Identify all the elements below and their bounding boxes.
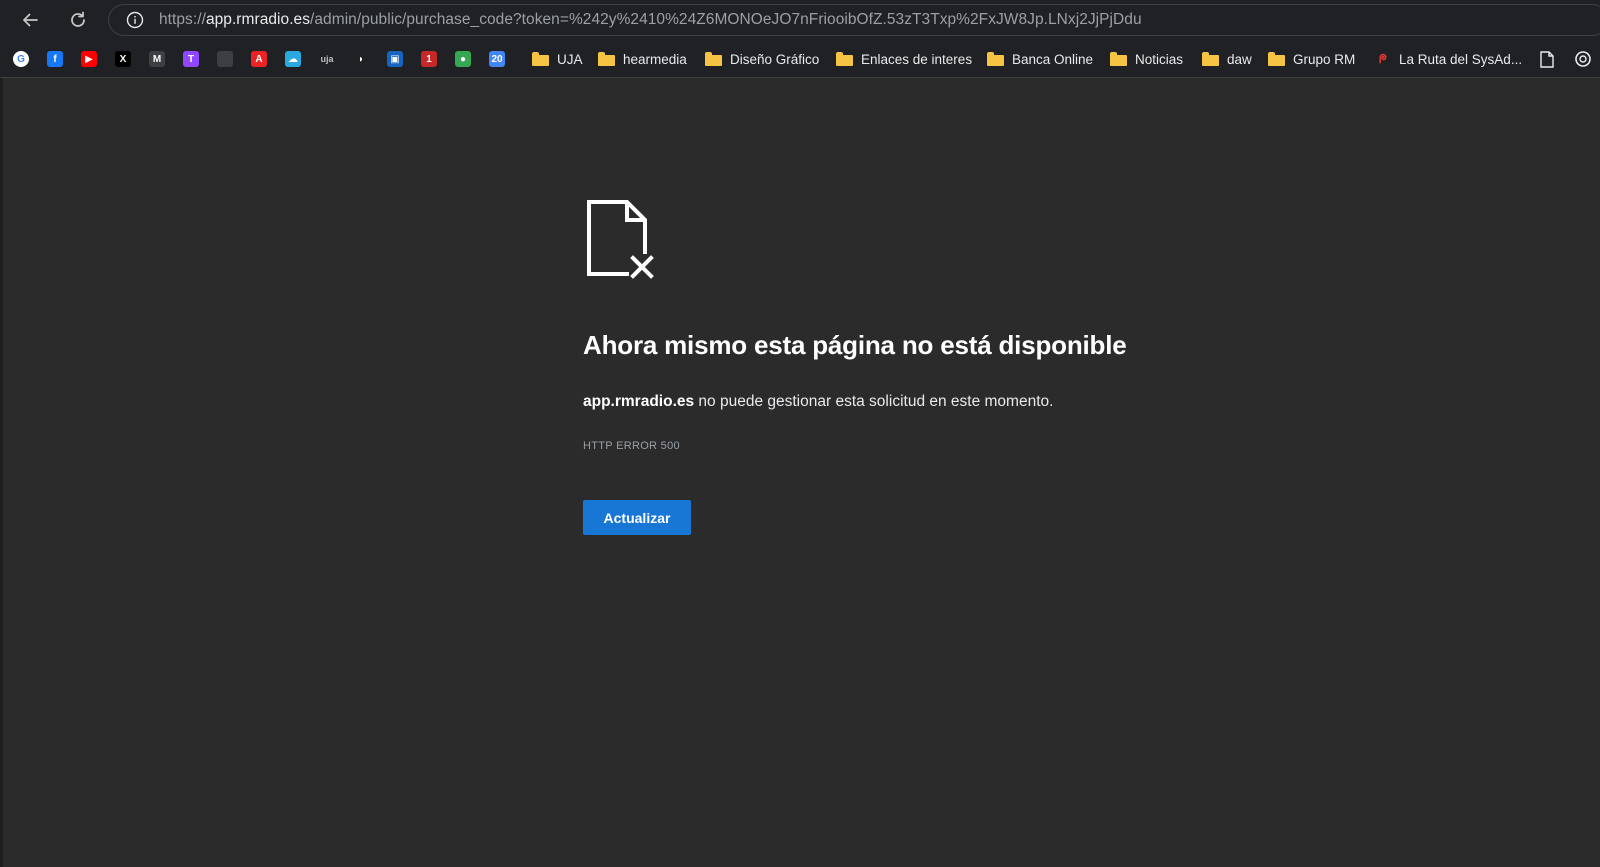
bookmark-chrome[interactable]: ● bbox=[455, 50, 471, 68]
calendar-icon: 20 bbox=[489, 51, 505, 67]
bookmark-google[interactable]: G bbox=[13, 50, 29, 68]
openai-icon bbox=[1575, 51, 1591, 67]
folder-icon bbox=[532, 52, 549, 66]
bookmark-gmail[interactable]: M bbox=[149, 50, 165, 68]
address-bar[interactable]: https://app.rmradio.es/admin/public/purc… bbox=[108, 4, 1600, 36]
reload-button[interactable]: Actualizar bbox=[583, 500, 691, 535]
error-message-text: no puede gestionar esta solicitud en est… bbox=[694, 393, 1054, 410]
url-scheme: https:// bbox=[159, 11, 206, 28]
bookmark-folder-label: Enlaces de interes bbox=[861, 51, 973, 67]
url-text[interactable]: https://app.rmradio.es/admin/public/purc… bbox=[159, 11, 1142, 29]
bookmark-folder[interactable]: Enlaces de interes bbox=[836, 50, 972, 68]
folder-icon bbox=[1202, 52, 1219, 66]
bookmark-blue-app[interactable]: ▣ bbox=[387, 50, 403, 68]
bookmark-folder[interactable]: hearmedia bbox=[598, 50, 687, 68]
folder-icon bbox=[836, 52, 853, 66]
bookmark-x[interactable]: X bbox=[115, 50, 131, 68]
facebook-icon: f bbox=[47, 51, 63, 67]
bookmark-apple[interactable] bbox=[217, 50, 233, 68]
bookmark-folder-label: Banca Online bbox=[1012, 51, 1094, 67]
bookmark-folder-label: daw bbox=[1227, 51, 1252, 67]
folder-icon bbox=[987, 52, 1004, 66]
error-host: app.rmradio.es bbox=[583, 393, 695, 410]
bookmark-cloud[interactable]: ☁ bbox=[285, 50, 301, 68]
browser-toolbar: https://app.rmradio.es/admin/public/purc… bbox=[0, 0, 1600, 40]
window-edge bbox=[0, 78, 3, 867]
bookmark-folder-label: hearmedia bbox=[623, 51, 687, 67]
youtube-icon: ▶ bbox=[81, 51, 97, 67]
page-title: Ahora mismo esta página no está disponib… bbox=[583, 330, 1127, 360]
notification-icon: 1 bbox=[421, 51, 437, 67]
bookmark-folder[interactable]: Banca Online bbox=[987, 50, 1093, 68]
bookmark-adobe[interactable]: A bbox=[251, 50, 267, 68]
chrome-icon: ● bbox=[455, 51, 471, 67]
bookmark-notification[interactable]: 1 bbox=[421, 50, 437, 68]
site-info-icon[interactable] bbox=[125, 10, 145, 30]
back-button[interactable] bbox=[18, 8, 42, 32]
apple-icon bbox=[217, 51, 233, 67]
bookmark-calendar[interactable]: 20 bbox=[489, 50, 505, 68]
ruta-sysadmin-icon: ᖘ bbox=[1379, 51, 1387, 66]
folder-icon bbox=[705, 52, 722, 66]
reload-icon bbox=[71, 11, 85, 27]
url-path: /admin/public/purchase_code?token=%242y%… bbox=[310, 11, 1142, 28]
google-icon: G bbox=[13, 51, 29, 67]
folder-icon bbox=[1110, 52, 1127, 66]
error-message: app.rmradio.es no puede gestionar esta s… bbox=[583, 393, 1053, 411]
bookmark-folder[interactable]: Noticias bbox=[1110, 50, 1183, 68]
document-icon bbox=[1540, 50, 1554, 68]
bookmark-label: La Ruta del SysAd... bbox=[1399, 51, 1523, 67]
uja-icon: uja bbox=[319, 51, 335, 67]
blue-app-icon: ▣ bbox=[387, 51, 403, 67]
bookmark-la-ruta[interactable]: ᖘ La Ruta del SysAd... bbox=[1375, 50, 1522, 68]
bookmark-shield[interactable]: ◗ bbox=[353, 50, 369, 68]
bookmark-folder-label: UJA bbox=[557, 51, 583, 67]
page-error-icon bbox=[587, 200, 654, 279]
bookmark-uja[interactable]: uja bbox=[319, 50, 335, 68]
bookmark-folder[interactable]: UJA bbox=[532, 50, 583, 68]
gmail-icon: M bbox=[149, 51, 165, 67]
bookmark-folder-label: Noticias bbox=[1135, 51, 1184, 67]
bookmark-folder-label: Grupo RM bbox=[1293, 51, 1356, 67]
bookmarks-bar: Gf ▶ X M T A ☁ uja ◗ ▣ 1 ● 20 UJA hearmedia Diseño Gráf… bbox=[0, 40, 1600, 78]
shield-icon: ◗ bbox=[353, 51, 369, 67]
back-arrow-icon bbox=[23, 13, 38, 27]
error-code: HTTP ERROR 500 bbox=[583, 440, 680, 452]
bookmark-openai[interactable] bbox=[1574, 50, 1592, 68]
bookmark-youtube[interactable]: ▶ bbox=[81, 50, 97, 68]
folder-icon bbox=[598, 52, 615, 66]
bookmark-folder[interactable]: daw bbox=[1202, 50, 1252, 68]
bookmark-document[interactable] bbox=[1540, 50, 1554, 68]
bookmark-folder-label: Diseño Gráfico bbox=[730, 51, 820, 67]
folder-icon bbox=[1268, 52, 1285, 66]
bookmark-folder[interactable]: Diseño Gráfico bbox=[705, 50, 819, 68]
bookmark-facebook[interactable]: f bbox=[47, 50, 63, 68]
bookmark-folder[interactable]: Grupo RM bbox=[1268, 50, 1355, 68]
x-icon: X bbox=[115, 51, 131, 67]
adobe-icon: A bbox=[251, 51, 267, 67]
twitch-icon: T bbox=[183, 51, 199, 67]
url-host: app.rmradio.es bbox=[205, 11, 311, 28]
reload-page-button[interactable] bbox=[66, 8, 90, 32]
cloud-icon: ☁ bbox=[285, 51, 301, 67]
bookmark-twitch[interactable]: T bbox=[183, 50, 199, 68]
